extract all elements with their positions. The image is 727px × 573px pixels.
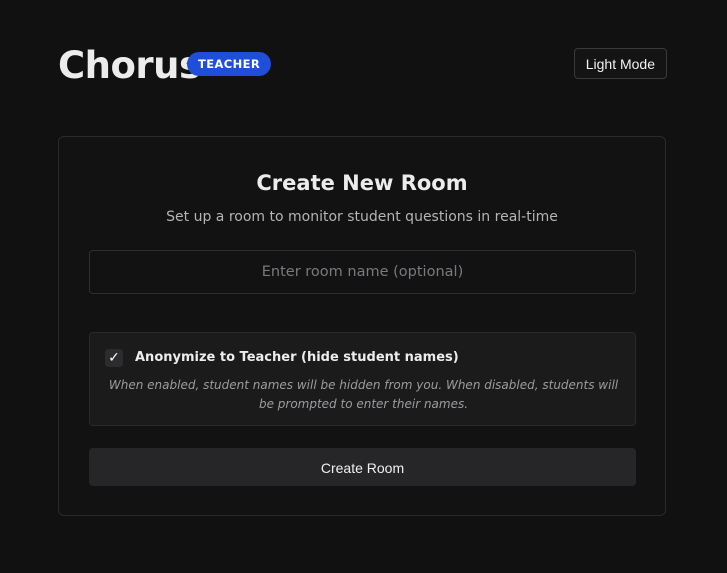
anonymize-description: When enabled, student names will be hidd… <box>108 378 619 411</box>
anonymize-label[interactable]: Anonymize to Teacher (hide student names… <box>135 350 459 365</box>
card-subtitle: Set up a room to monitor student questio… <box>166 209 558 225</box>
app-logo-title: Chorus <box>58 44 201 87</box>
role-badge: TEACHER <box>187 52 272 76</box>
light-mode-toggle-button[interactable]: Light Mode <box>573 48 667 79</box>
card-title: Create New Room <box>256 171 468 195</box>
create-room-button[interactable]: Create Room <box>89 448 636 486</box>
anonymize-checkbox[interactable]: ✓ <box>105 349 123 367</box>
anonymize-option-panel: ✓ Anonymize to Teacher (hide student nam… <box>89 332 636 426</box>
room-name-input[interactable] <box>89 250 636 294</box>
app-header: Chorus TEACHER Light Mode <box>58 44 667 88</box>
create-room-card: Create New Room Set up a room to monitor… <box>58 136 666 516</box>
